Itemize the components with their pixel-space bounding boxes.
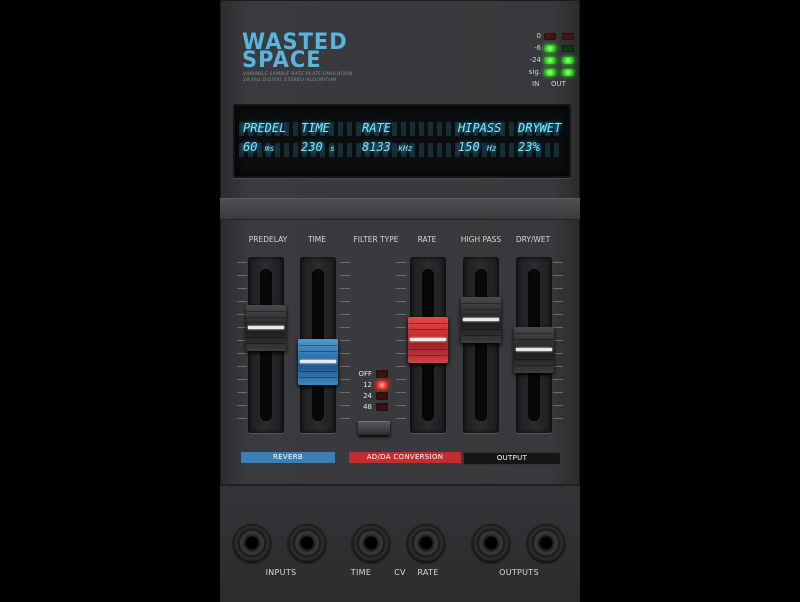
in-led-24 bbox=[544, 57, 556, 64]
label-dry-wet: DRY/WET bbox=[515, 235, 551, 244]
rate-cv-jack[interactable] bbox=[407, 524, 445, 562]
display-value-time: 230 s bbox=[301, 140, 335, 154]
filter-type-button[interactable] bbox=[358, 421, 390, 435]
subtitle-line-2: 24 kHz DIGITAL STEREO ALGORITHM bbox=[243, 78, 337, 83]
meter-label-sig: sig. bbox=[528, 68, 541, 76]
output-jack-left[interactable] bbox=[472, 524, 510, 562]
out-led-sig bbox=[562, 69, 574, 76]
out-led-clip bbox=[562, 33, 574, 40]
in-led-clip bbox=[544, 33, 556, 40]
display-grid-top bbox=[239, 122, 563, 136]
section-adda-conversion: AD/DA CONVERSION bbox=[349, 452, 461, 463]
brand-subtitle: VARIABLE SAMPLE RATE PLATE EMULATION 24 … bbox=[243, 72, 353, 84]
section-output: OUTPUT bbox=[463, 452, 561, 465]
in-led-sig bbox=[544, 69, 556, 76]
meter-label-24: -24 bbox=[529, 56, 541, 64]
out-led-24 bbox=[562, 57, 574, 64]
high-pass-fader[interactable] bbox=[461, 257, 501, 433]
meter-label-6: -6 bbox=[534, 44, 541, 52]
ticks-rate-left bbox=[396, 262, 406, 422]
filter-led-12 bbox=[376, 381, 388, 389]
label-time-cv: TIME bbox=[350, 568, 372, 577]
predelay-fader[interactable] bbox=[246, 257, 286, 433]
output-jack-right[interactable] bbox=[527, 524, 565, 562]
label-outputs: OUTPUTS bbox=[499, 568, 539, 577]
filter-option-off: OFF bbox=[358, 370, 372, 378]
input-jack-left[interactable] bbox=[233, 524, 271, 562]
filter-option-48: 48 bbox=[363, 403, 372, 411]
dry-wet-fader-knob[interactable] bbox=[514, 327, 554, 373]
section-reverb: REVERB bbox=[241, 452, 335, 463]
display-value-hipass: 150 Hz bbox=[458, 140, 497, 154]
header: WASTED SPACE VARIABLE SAMPLE RATE PLATE … bbox=[220, 0, 580, 98]
label-inputs: INPUTS bbox=[265, 568, 297, 577]
panel-separator bbox=[220, 198, 580, 220]
display-value-drywet: 23% bbox=[518, 140, 540, 154]
ticks-drywet-right bbox=[553, 262, 563, 422]
out-label: OUT bbox=[551, 80, 566, 88]
in-led-6 bbox=[544, 45, 556, 52]
in-label: IN bbox=[532, 80, 540, 88]
rate-fader[interactable] bbox=[408, 257, 448, 433]
meter-label-0: 0 bbox=[536, 32, 541, 40]
out-led-6 bbox=[562, 45, 574, 52]
display-header-hipass: HIPASS bbox=[458, 121, 502, 135]
filter-led-off bbox=[376, 370, 388, 378]
ticks-time-right bbox=[340, 262, 350, 422]
brand-logo: WASTED SPACE bbox=[242, 31, 348, 71]
dry-wet-fader[interactable] bbox=[514, 257, 554, 433]
label-rate-cv: RATE bbox=[417, 568, 439, 577]
high-pass-fader-knob[interactable] bbox=[461, 297, 501, 343]
display-header-drywet: DRYWET bbox=[518, 121, 562, 135]
jack-panel bbox=[220, 484, 580, 602]
fader-slot bbox=[475, 269, 487, 421]
parameter-display: PREDEL TIME RATE HIPASS DRYWET 60 ms 230… bbox=[233, 104, 571, 178]
time-fader[interactable] bbox=[298, 257, 338, 433]
rate-fader-knob[interactable] bbox=[408, 317, 448, 363]
filter-option-12: 12 bbox=[363, 381, 372, 389]
display-value-predel: 60 ms bbox=[243, 140, 275, 154]
time-cv-jack[interactable] bbox=[352, 524, 390, 562]
input-jack-right[interactable] bbox=[288, 524, 326, 562]
filter-led-24 bbox=[376, 392, 388, 400]
filter-option-24: 24 bbox=[363, 392, 372, 400]
display-header-time: TIME bbox=[301, 121, 330, 135]
display-header-rate: RATE bbox=[362, 121, 391, 135]
predelay-fader-knob[interactable] bbox=[246, 305, 286, 351]
display-header-predel: PREDEL bbox=[243, 121, 287, 135]
display-value-rate: 8133 kHz bbox=[362, 140, 413, 154]
filter-led-48 bbox=[376, 403, 388, 411]
time-fader-knob[interactable] bbox=[298, 339, 338, 385]
